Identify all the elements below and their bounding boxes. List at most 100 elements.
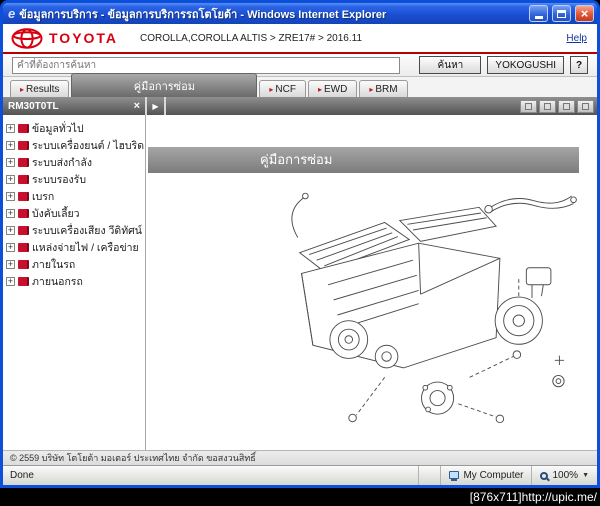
tree-item-label: เบรก (32, 191, 55, 203)
book-icon (18, 141, 29, 150)
expand-plus-icon[interactable]: + (6, 243, 15, 252)
tab-ncf-label: NCF (275, 84, 296, 95)
tree-item-audio-visual[interactable]: + ระบบเครื่องเสียง วีดิทัศน์ เท (6, 222, 145, 239)
toyota-emblem-icon (11, 27, 43, 49)
tab-arrow-icon: ▸ (20, 85, 25, 94)
toolbar-icon (582, 102, 589, 110)
minimize-button[interactable] (529, 5, 548, 22)
panel-expand-button[interactable]: ▶ (147, 97, 164, 115)
zoom-caret-icon: ▼ (582, 472, 589, 479)
window-title: ข้อมูลการบริการ - ข้อมูลการบริการรถโตโยต… (19, 8, 387, 21)
expand-plus-icon[interactable]: + (6, 277, 15, 286)
close-button[interactable]: × (575, 5, 594, 22)
expand-plus-icon[interactable]: + (6, 124, 15, 133)
book-icon (18, 175, 29, 184)
help-link[interactable]: Help (566, 33, 587, 44)
tab-repair-manual[interactable]: คู่มือการซ่อม (71, 73, 258, 97)
tab-results-label: Results (26, 84, 60, 95)
tab-ncf[interactable]: ▸ NCF (259, 80, 306, 97)
navigation-tree: + ข้อมูลทั่วไป + ระบบเครื่องยนต์ / ไฮบริด … (3, 115, 146, 450)
tree-item-power-source[interactable]: + แหล่งจ่ายไฟ / เครือข่าย (6, 239, 145, 256)
zoom-control[interactable]: 100% ▼ (531, 466, 597, 485)
yokogushi-button[interactable]: YOKOGUSHI (487, 56, 564, 74)
tree-item-label: ระบบส่งกำลัง (32, 157, 92, 169)
copyright-text: © 2559 บริษัท โตโยต้า มอเตอร์ ประเทศไทย … (10, 453, 256, 463)
tree-item-general[interactable]: + ข้อมูลทั่วไป (6, 120, 145, 137)
tab-brm-label: BRM (375, 84, 398, 95)
my-computer-icon (449, 470, 460, 481)
search-input[interactable] (12, 56, 400, 74)
sidebar-panel-header: RM30T0TL × (3, 97, 145, 115)
tree-item-label: บังคับเลี้ยว (32, 208, 80, 220)
browser-window: e ข้อมูลการบริการ - ข้อมูลการบริการรถโตโ… (0, 0, 600, 488)
breadcrumb: COROLLA,COROLLA ALTIS > ZRE17# > 2016.11 (140, 32, 363, 44)
expand-plus-icon[interactable]: + (6, 209, 15, 218)
tree-item-engine[interactable]: + ระบบเครื่องยนต์ / ไฮบริด (6, 137, 145, 154)
content-banner: คู่มือการซ่อม (148, 147, 579, 173)
panel-title: RM30T0TL (8, 100, 59, 112)
toolbar-icon-button-2[interactable] (539, 99, 556, 113)
tab-ewd-label: EWD (323, 84, 348, 95)
magnifier-icon (540, 471, 549, 480)
status-bar: Done My Computer 100% ▼ (3, 465, 597, 485)
toolbar-icon (544, 102, 551, 110)
expand-plus-icon[interactable]: + (6, 226, 15, 235)
tab-brm[interactable]: ▸ BRM (359, 80, 408, 97)
book-icon (18, 260, 29, 269)
expand-plus-icon[interactable]: + (6, 175, 15, 184)
tree-item-label: แหล่งจ่ายไฟ / เครือข่าย (32, 242, 139, 254)
status-text: Done (10, 470, 34, 481)
toolbar-icon-button-3[interactable] (558, 99, 575, 113)
book-icon (18, 277, 29, 286)
tree-item-interior[interactable]: + ภายในรถ (6, 256, 145, 273)
book-icon (18, 243, 29, 252)
tree-item-steering[interactable]: + บังคับเลี้ยว (6, 205, 145, 222)
toolbar-icon-button-1[interactable] (520, 99, 537, 113)
title-bar: e ข้อมูลการบริการ - ข้อมูลการบริการรถโตโ… (3, 3, 597, 24)
expand-plus-icon[interactable]: + (6, 192, 15, 201)
tab-results[interactable]: ▸ Results (10, 80, 70, 97)
tab-strip: ▸ Results คู่มือการซ่อม ▸ NCF ▸ EWD ▸ BRM (3, 73, 597, 97)
maximize-button[interactable] (552, 5, 571, 22)
tree-item-label: ภายนอกรถ (32, 276, 83, 288)
expand-plus-icon[interactable]: + (6, 260, 15, 269)
minimize-icon (534, 16, 543, 19)
close-icon: × (580, 6, 589, 21)
tree-item-brake[interactable]: + เบรก (6, 188, 145, 205)
tree-item-label: ระบบเครื่องยนต์ / ไฮบริด (32, 140, 145, 152)
tab-arrow-icon: ▸ (269, 85, 274, 94)
copyright-bar: © 2559 บริษัท โตโยต้า มอเตอร์ ประเทศไทย … (3, 450, 597, 465)
question-help-button[interactable]: ? (570, 56, 588, 74)
book-icon (18, 124, 29, 133)
image-caption-bar: [876x711]http://upic.me/ (0, 488, 600, 506)
tab-repair-manual-label: คู่มือการซ่อม (133, 81, 196, 93)
tree-item-label: ภายในรถ (32, 259, 76, 271)
book-icon (18, 192, 29, 201)
panel-toolbar: RM30T0TL × ▶ (3, 97, 597, 115)
zone-label: My Computer (463, 470, 524, 481)
internet-explorer-icon: e (8, 6, 16, 21)
tree-item-exterior[interactable]: + ภายนอกรถ (6, 273, 145, 290)
search-button[interactable]: ค้นหา (419, 56, 482, 74)
caption-text: [876x711]http://upic.me/ (469, 490, 597, 504)
book-icon (18, 209, 29, 218)
app-header: TOYOTA COROLLA,COROLLA ALTIS > ZRE17# > … (3, 24, 597, 54)
toolbar-icon (525, 102, 532, 110)
brand-name: TOYOTA (49, 30, 119, 46)
toolbar-fill (166, 97, 597, 115)
toolbar-icon-button-4[interactable] (577, 99, 594, 113)
engine-diagram (243, 179, 583, 439)
tree-item-drivetrain[interactable]: + ระบบส่งกำลัง (6, 154, 145, 171)
panel-close-icon[interactable]: × (134, 100, 140, 112)
zoom-level: 100% (552, 470, 579, 481)
book-icon (18, 158, 29, 167)
maximize-icon (557, 9, 566, 18)
expand-plus-icon[interactable]: + (6, 158, 15, 167)
content-area: คู่มือการซ่อม (146, 115, 597, 450)
tab-ewd[interactable]: ▸ EWD (307, 80, 358, 97)
security-zone: My Computer (440, 466, 531, 485)
tree-item-label: ระบบรองรับ (32, 174, 86, 186)
tree-item-suspension[interactable]: + ระบบรองรับ (6, 171, 145, 188)
tab-arrow-icon: ▸ (369, 85, 374, 94)
expand-plus-icon[interactable]: + (6, 141, 15, 150)
